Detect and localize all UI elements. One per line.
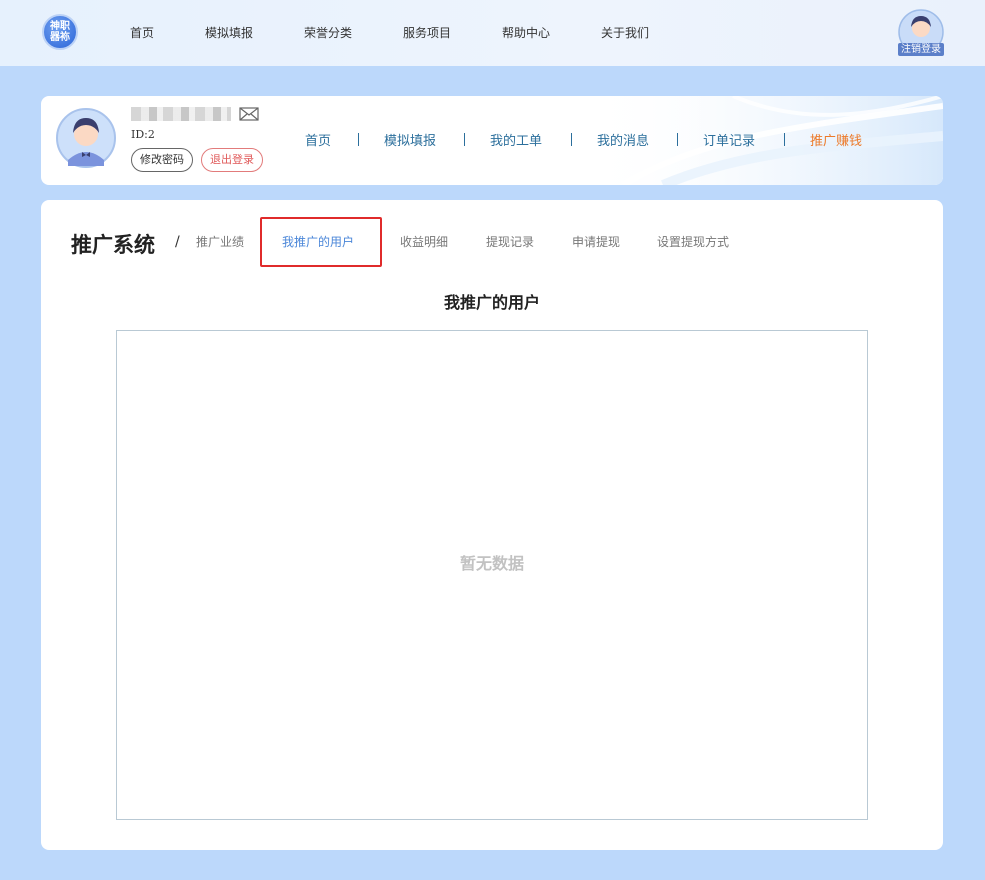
subnav-promotion[interactable]: 推广赚钱 bbox=[810, 130, 862, 149]
section-title: 我推广的用户 bbox=[443, 293, 540, 312]
main-card: 推广系统 / 推广业绩 我推广的用户 收益明细 提现记录 申请提现 设置提现方式… bbox=[41, 200, 943, 850]
logout-button[interactable]: 退出登录 bbox=[201, 148, 263, 172]
tab-withdraw-records[interactable]: 提现记录 bbox=[486, 233, 534, 250]
empty-state-text: 暂无数据 bbox=[459, 554, 524, 573]
subnav-divider bbox=[784, 133, 785, 146]
user-sub-nav: 首页 模拟填报 我的工单 我的消息 订单记录 推广赚钱 bbox=[41, 130, 943, 150]
top-nav-home[interactable]: 首页 bbox=[130, 24, 154, 41]
logout-badge[interactable]: 注销登录 bbox=[898, 43, 944, 56]
tab-performance[interactable]: 推广业绩 bbox=[196, 233, 244, 250]
subnav-divider bbox=[358, 133, 359, 146]
subnav-divider bbox=[571, 133, 572, 146]
referral-list: 暂无数据 bbox=[116, 330, 868, 820]
tab-my-referrals[interactable]: 我推广的用户 bbox=[282, 233, 354, 250]
mail-icon[interactable] bbox=[239, 107, 259, 121]
tab-earnings[interactable]: 收益明细 bbox=[400, 233, 448, 250]
change-password-button[interactable]: 修改密码 bbox=[131, 148, 193, 172]
top-bar: 神职器袮 首页 模拟填报 荣誉分类 服务项目 帮助中心 关于我们 注销登录 bbox=[0, 0, 985, 66]
subnav-orders[interactable]: 订单记录 bbox=[703, 130, 755, 149]
subnav-simulate[interactable]: 模拟填报 bbox=[384, 130, 436, 149]
top-user-avatar[interactable]: 注销登录 bbox=[898, 9, 944, 56]
profile-card: ID:2 修改密码 退出登录 首页 模拟填报 我的工单 我的消息 订单记录 推广… bbox=[41, 96, 943, 185]
top-nav-honor[interactable]: 荣誉分类 bbox=[304, 24, 352, 41]
subnav-tickets[interactable]: 我的工单 bbox=[490, 130, 542, 149]
subnav-home[interactable]: 首页 bbox=[305, 130, 331, 149]
subnav-divider bbox=[677, 133, 678, 146]
top-nav-about[interactable]: 关于我们 bbox=[601, 24, 649, 41]
top-nav-services[interactable]: 服务项目 bbox=[403, 24, 451, 41]
top-nav-simulate[interactable]: 模拟填报 bbox=[205, 24, 253, 41]
tab-apply-withdraw[interactable]: 申请提现 bbox=[572, 233, 620, 250]
subnav-messages[interactable]: 我的消息 bbox=[597, 130, 649, 149]
username-redacted bbox=[131, 107, 231, 121]
page-title: 推广系统 bbox=[71, 233, 155, 257]
breadcrumb-separator: / bbox=[175, 234, 180, 250]
top-nav-help[interactable]: 帮助中心 bbox=[502, 24, 550, 41]
top-nav: 首页 模拟填报 荣誉分类 服务项目 帮助中心 关于我们 bbox=[0, 24, 700, 42]
subnav-divider bbox=[464, 133, 465, 146]
tab-withdraw-method[interactable]: 设置提现方式 bbox=[657, 233, 729, 250]
